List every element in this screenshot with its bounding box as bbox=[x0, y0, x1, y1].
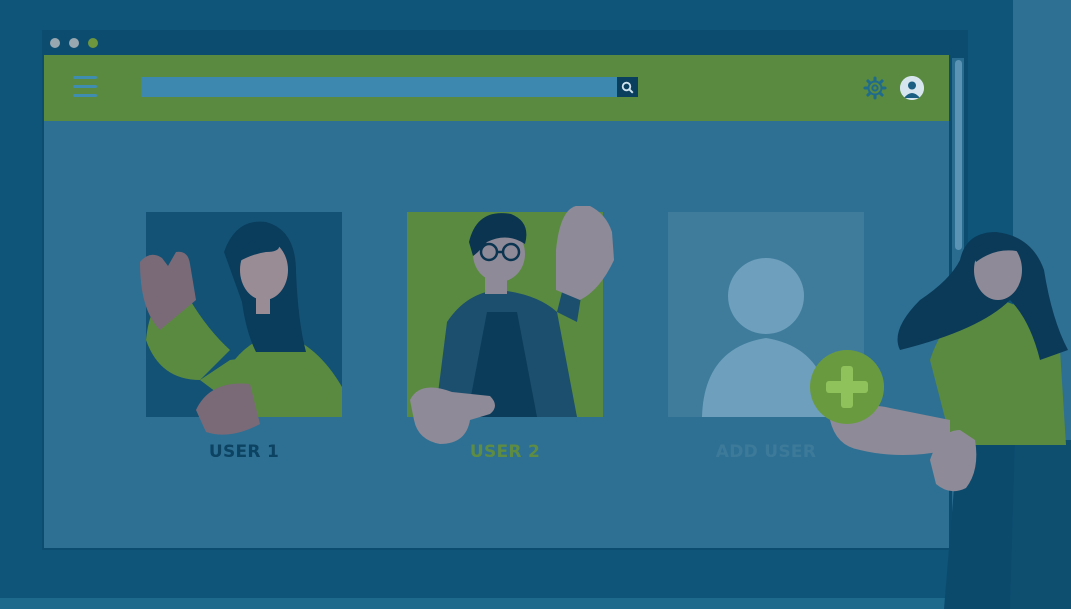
add-user-button[interactable] bbox=[810, 350, 884, 424]
plus-icon bbox=[826, 366, 868, 408]
illustration-woman bbox=[830, 232, 1071, 609]
scene: USER 1 USER 2 ADD USER bbox=[0, 0, 1071, 609]
